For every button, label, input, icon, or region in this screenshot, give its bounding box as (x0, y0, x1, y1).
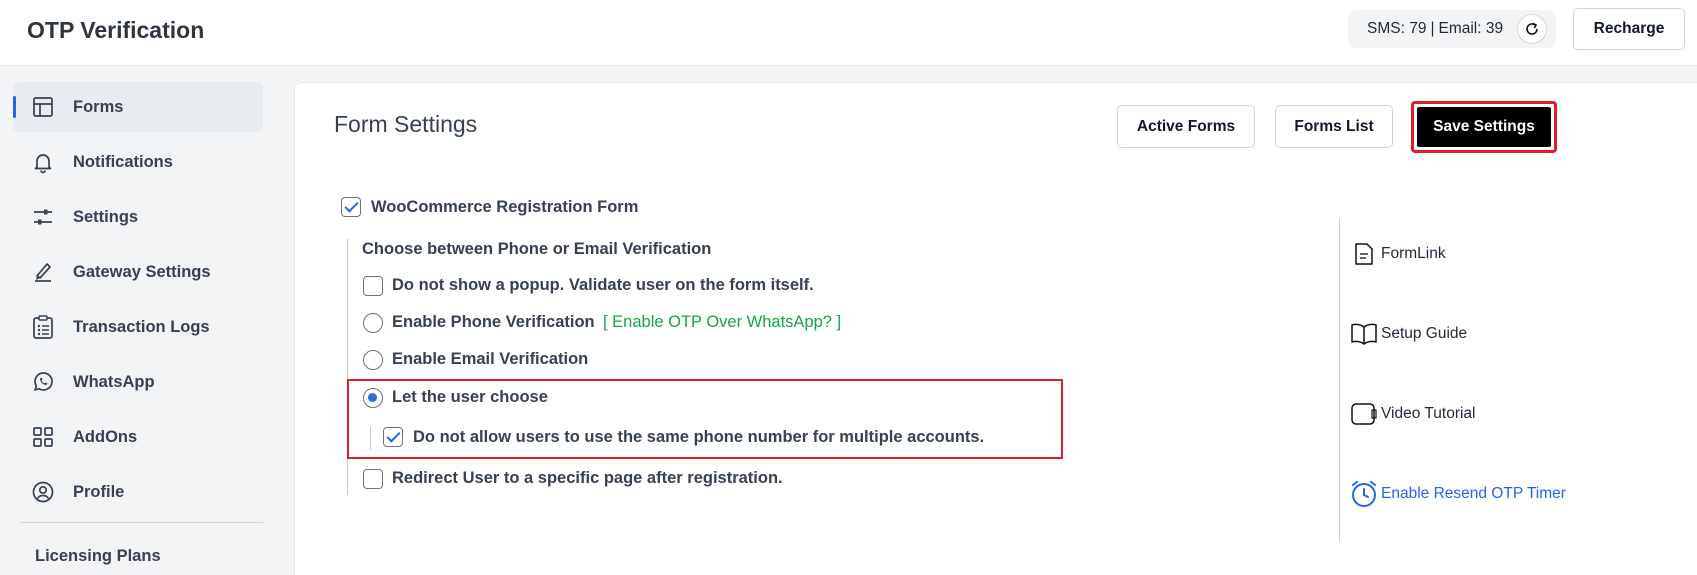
app-title: OTP Verification (27, 17, 205, 43)
credit-counts: SMS: 79 | Email: 39 (1348, 10, 1556, 48)
redirect-label: Redirect User to a specific page after r… (392, 469, 783, 487)
alarm-clock-icon (1349, 479, 1379, 509)
forms-icon (30, 94, 56, 120)
sidebar-item-label: AddOns (73, 427, 138, 446)
sidebar-item-label: Profile (73, 482, 125, 501)
refresh-icon[interactable] (1517, 14, 1547, 44)
sidebar-item-forms[interactable]: Forms (13, 82, 263, 132)
pen-icon (30, 259, 56, 285)
whatsapp-icon (30, 369, 56, 395)
video-icon (1349, 399, 1379, 429)
woocommerce-form-checkbox[interactable] (341, 197, 361, 217)
form-settings-panel: Form Settings Active Forms Forms List Sa… (294, 82, 1697, 575)
user-choose-radio[interactable] (363, 388, 383, 408)
sms-count: SMS: 79 (1367, 20, 1427, 37)
sidebar-item-label: WhatsApp (73, 372, 155, 391)
user-choose-label: Let the user choose (392, 388, 548, 406)
form-name: WooCommerce Registration Form (371, 198, 639, 216)
sidebar-item-licensing-plans[interactable]: Licensing Plans (35, 547, 161, 566)
sidebar-item-label: Transaction Logs (73, 317, 210, 336)
book-icon (1349, 319, 1379, 349)
save-settings-button[interactable]: Save Settings (1417, 107, 1551, 147)
section-heading: Choose between Phone or Email Verificati… (362, 240, 712, 258)
sidebar-item-whatsapp[interactable]: WhatsApp (13, 357, 263, 407)
user-circle-icon (30, 479, 56, 505)
same-phone-checkbox[interactable] (383, 427, 403, 447)
same-phone-label: Do not allow users to use the same phone… (413, 428, 985, 446)
phone-verification-radio[interactable] (363, 313, 383, 333)
sidebar-divider (20, 522, 263, 523)
right-divider (1339, 219, 1340, 541)
formlink-link[interactable]: FormLink (1349, 239, 1446, 269)
sidebar-item-label: Forms (73, 97, 124, 116)
resend-otp-timer-label: Enable Resend OTP Timer (1381, 485, 1566, 502)
sidebar-item-settings[interactable]: Settings (13, 192, 263, 242)
resend-otp-timer-link[interactable]: Enable Resend OTP Timer (1349, 479, 1566, 509)
redirect-checkbox[interactable] (363, 469, 383, 489)
forms-list-button[interactable]: Forms List (1275, 105, 1393, 148)
sidebar-item-gateway-settings[interactable]: Gateway Settings (13, 247, 263, 297)
sidebar-item-label: Gateway Settings (73, 262, 211, 281)
clipboard-list-icon (30, 314, 56, 340)
sliders-icon (30, 204, 56, 230)
active-forms-button[interactable]: Active Forms (1117, 105, 1255, 148)
recharge-button[interactable]: Recharge (1573, 8, 1685, 50)
bell-icon (30, 149, 56, 175)
page-title: Form Settings (334, 111, 478, 137)
phone-verification-label: Enable Phone Verification (392, 313, 595, 331)
sidebar-item-label: Notifications (73, 152, 173, 171)
email-verification-label: Enable Email Verification (392, 350, 589, 368)
sidebar-item-transaction-logs[interactable]: Transaction Logs (13, 302, 263, 352)
no-popup-checkbox[interactable] (363, 276, 383, 296)
setup-guide-label: Setup Guide (1381, 325, 1468, 342)
email-verification-radio[interactable] (363, 350, 383, 370)
count-separator: | (1430, 20, 1435, 37)
document-icon (1349, 239, 1379, 269)
sidebar-item-label: Settings (73, 207, 139, 226)
no-popup-label: Do not show a popup. Validate user on th… (392, 276, 814, 294)
sidebar-item-notifications[interactable]: Notifications (13, 137, 263, 187)
formlink-label: FormLink (1381, 245, 1446, 262)
sub-option-guide-line (370, 426, 371, 450)
save-highlight: Save Settings (1411, 101, 1557, 153)
sidebar-item-profile[interactable]: Profile (13, 467, 263, 517)
top-bar: OTP Verification SMS: 79 | Email: 39 Rec… (0, 0, 1697, 66)
setup-guide-link[interactable]: Setup Guide (1349, 319, 1467, 349)
video-tutorial-label: Video Tutorial (1381, 405, 1476, 422)
sidebar: Forms Notifications Settings Gateway Set… (0, 66, 280, 575)
sidebar-item-addons[interactable]: AddOns (13, 412, 263, 462)
whatsapp-otp-link[interactable]: [ Enable OTP Over WhatsApp? ] (603, 313, 841, 332)
video-tutorial-link[interactable]: Video Tutorial (1349, 399, 1476, 429)
grid-icon (30, 424, 56, 450)
email-count: Email: 39 (1438, 20, 1504, 37)
